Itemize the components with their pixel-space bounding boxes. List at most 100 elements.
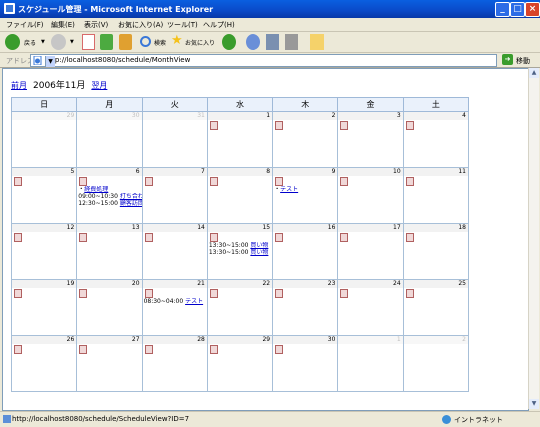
memo-icon[interactable]: [275, 289, 284, 298]
memo-icon[interactable]: [14, 177, 22, 186]
day-cell[interactable]: 5: [10, 167, 78, 224]
address-field[interactable]: http://localhost8080/schedule/MonthView …: [30, 54, 497, 67]
memo-icon[interactable]: [340, 289, 349, 298]
schedule-link[interactable]: 打ち合わせ: [120, 193, 142, 200]
menu-tools[interactable]: ツール(T): [167, 20, 198, 30]
day-cell[interactable]: 12: [10, 223, 78, 280]
home-icon[interactable]: [119, 34, 132, 50]
memo-icon[interactable]: [14, 233, 22, 242]
schedule-link[interactable]: 顧客訪問: [120, 200, 142, 207]
address-dropdown-icon[interactable]: ▼: [45, 56, 55, 67]
stop-icon[interactable]: [82, 34, 95, 50]
search-icon[interactable]: [140, 36, 151, 47]
schedule-link[interactable]: 買い物: [250, 249, 268, 256]
day-cell[interactable]: 13: [76, 223, 143, 280]
menu-help[interactable]: ヘルプ(H): [203, 20, 235, 30]
prev-month-link[interactable]: 前月: [11, 81, 27, 90]
print-icon[interactable]: [266, 34, 279, 50]
forward-dropdown-icon[interactable]: ▼: [70, 39, 74, 45]
schedule-link[interactable]: テスト: [185, 298, 203, 305]
day-cell[interactable]: 28: [141, 335, 208, 392]
back-arrow-icon[interactable]: [5, 34, 20, 50]
go-arrow-icon[interactable]: ➜: [502, 54, 513, 65]
memo-icon[interactable]: [275, 121, 284, 130]
day-cell[interactable]: 22: [206, 279, 274, 336]
day-cell[interactable]: 16: [272, 223, 339, 280]
memo-icon[interactable]: [209, 233, 218, 242]
day-cell[interactable]: 9 ・テスト: [272, 167, 339, 224]
search-button-label[interactable]: 検索: [154, 38, 166, 47]
forward-arrow-icon[interactable]: [51, 34, 66, 50]
day-cell[interactable]: 1: [337, 335, 404, 392]
memo-icon[interactable]: [405, 233, 414, 242]
memo-icon[interactable]: [340, 121, 349, 130]
memo-icon[interactable]: [79, 177, 88, 186]
day-cell[interactable]: 14: [141, 223, 208, 280]
day-cell[interactable]: 24: [337, 279, 404, 336]
day-cell[interactable]: 23: [272, 279, 339, 336]
day-cell[interactable]: 27: [76, 335, 143, 392]
day-cell[interactable]: 11: [402, 167, 470, 224]
go-button-label[interactable]: 移動: [516, 56, 530, 66]
memo-icon[interactable]: [79, 233, 88, 242]
memo-icon[interactable]: [405, 177, 414, 186]
memo-icon[interactable]: [144, 289, 153, 298]
day-cell[interactable]: 29: [10, 111, 78, 168]
mail-icon[interactable]: [246, 34, 260, 50]
memo-icon[interactable]: [79, 289, 88, 298]
memo-icon[interactable]: [209, 177, 218, 186]
day-cell[interactable]: 21 08:30~04:00 テスト: [141, 279, 208, 336]
menu-view[interactable]: 表示(V): [84, 20, 108, 30]
memo-icon[interactable]: [14, 289, 22, 298]
memo-icon[interactable]: [340, 233, 349, 242]
day-cell[interactable]: 6 ・経費処理09:00~10:30 打ち合わせ12:30~15:00 顧客訪問: [76, 167, 143, 224]
day-cell[interactable]: 18: [402, 223, 470, 280]
schedule-link[interactable]: 買い物: [250, 242, 268, 249]
edit-icon[interactable]: [285, 34, 298, 50]
day-cell[interactable]: 8: [206, 167, 274, 224]
day-cell[interactable]: 25: [402, 279, 470, 336]
day-cell[interactable]: 7: [141, 167, 208, 224]
memo-icon[interactable]: [79, 345, 88, 354]
vertical-scrollbar[interactable]: ▲ ▼: [528, 68, 539, 409]
favorites-star-icon[interactable]: ★: [171, 33, 183, 48]
memo-icon[interactable]: [144, 233, 153, 242]
day-cell[interactable]: 3: [337, 111, 404, 168]
day-cell[interactable]: 15 13:30~15:00 買い物 13:30~15:00 買い物: [206, 223, 274, 280]
schedule-link[interactable]: テスト: [280, 186, 298, 193]
memo-icon[interactable]: [405, 121, 414, 130]
day-cell[interactable]: 2: [272, 111, 339, 168]
memo-icon[interactable]: [209, 121, 218, 130]
day-cell[interactable]: 17: [337, 223, 404, 280]
refresh-icon[interactable]: [100, 34, 113, 50]
back-dropdown-icon[interactable]: ▼: [41, 39, 45, 45]
day-cell[interactable]: 31: [141, 111, 208, 168]
memo-icon[interactable]: [144, 177, 153, 186]
schedule-link[interactable]: 経費処理: [84, 186, 108, 193]
minimize-button[interactable]: _: [495, 2, 510, 17]
memo-icon[interactable]: [275, 177, 284, 186]
folder-icon[interactable]: [310, 34, 324, 50]
day-cell[interactable]: 29: [206, 335, 274, 392]
day-cell[interactable]: 4: [402, 111, 470, 168]
day-cell[interactable]: 26: [10, 335, 78, 392]
day-cell[interactable]: 2: [402, 335, 470, 392]
menu-file[interactable]: ファイル(F): [6, 20, 44, 30]
close-button[interactable]: ×: [525, 2, 540, 17]
favorites-button-label[interactable]: お気に入り: [185, 38, 215, 47]
day-cell[interactable]: 19: [10, 279, 78, 336]
day-cell[interactable]: 30: [272, 335, 339, 392]
memo-icon[interactable]: [144, 345, 153, 354]
day-cell[interactable]: 30: [76, 111, 143, 168]
memo-icon[interactable]: [340, 177, 349, 186]
menu-edit[interactable]: 編集(E): [51, 20, 75, 30]
maximize-button[interactable]: □: [510, 2, 525, 17]
menu-favorites[interactable]: お気に入り(A): [118, 20, 163, 30]
back-button-label[interactable]: 戻る: [24, 38, 36, 47]
day-cell[interactable]: 10: [337, 167, 404, 224]
memo-icon[interactable]: [209, 345, 218, 354]
memo-icon[interactable]: [275, 345, 284, 354]
day-cell[interactable]: 1: [206, 111, 274, 168]
day-cell[interactable]: 20: [76, 279, 143, 336]
memo-icon[interactable]: [14, 345, 22, 354]
